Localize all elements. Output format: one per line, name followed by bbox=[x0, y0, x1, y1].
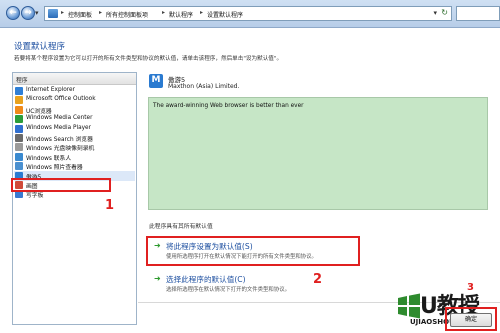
annotation-box-ok bbox=[445, 307, 497, 331]
back-button[interactable]: ← bbox=[6, 6, 20, 20]
breadcrumb-control-panel[interactable]: 控制面板 bbox=[68, 10, 92, 19]
page-description: 若要将某个程序设置为它可以打开的所有文件类型和协议的默认值，请单击该程序，然后单… bbox=[14, 56, 283, 62]
address-dropdown-icon[interactable]: ▾ bbox=[433, 9, 437, 17]
program-list-header-label: 程序 bbox=[16, 78, 28, 84]
annotation-box-selected-program bbox=[11, 178, 111, 192]
control-panel-icon bbox=[48, 9, 58, 18]
breadcrumb-separator-icon: ▸ bbox=[61, 9, 65, 16]
program-description-text: The award-winning Web browser is better … bbox=[153, 103, 304, 109]
page-title: 设置默认程序 bbox=[14, 42, 66, 52]
refresh-icon[interactable]: ↻ bbox=[441, 8, 448, 17]
forward-button[interactable]: → bbox=[21, 6, 35, 20]
window-top-bar: ← → ▾ ▸ 控制面板 ▸ 所有控制面板项 ▸ 默认程序 ▸ 设置默认程序 ▾… bbox=[0, 0, 500, 28]
program-item-label: Microsoft Office Outlook bbox=[26, 96, 96, 103]
annotation-number-1: 1 bbox=[105, 198, 115, 213]
disc-burner-icon bbox=[15, 143, 23, 152]
windows-logo-icon bbox=[398, 293, 420, 319]
program-item-label: Windows Media Player bbox=[26, 124, 92, 131]
forward-arrow-icon: → bbox=[24, 8, 32, 18]
annotation-number-3: 3 bbox=[467, 282, 474, 293]
search-input[interactable] bbox=[456, 6, 500, 21]
breadcrumb-separator-icon: ▸ bbox=[162, 9, 166, 16]
breadcrumb-all-items[interactable]: 所有控制面板项 bbox=[106, 10, 148, 19]
program-list-header[interactable]: 程序 bbox=[13, 73, 136, 85]
photo-viewer-icon bbox=[15, 162, 23, 171]
choose-defaults-title[interactable]: 选择此程序的默认值(C) bbox=[166, 274, 246, 285]
outlook-icon bbox=[15, 96, 23, 105]
media-player-icon bbox=[15, 124, 23, 133]
breadcrumb-default-programs[interactable]: 默认程序 bbox=[169, 10, 193, 19]
program-item-label: Windows Media Center bbox=[26, 115, 93, 122]
green-arrow-icon: ➜ bbox=[154, 274, 161, 283]
breadcrumb-separator-icon: ▸ bbox=[99, 9, 103, 16]
contacts-icon bbox=[15, 152, 23, 161]
recent-pages-dropdown-icon[interactable]: ▾ bbox=[35, 9, 39, 17]
ie-icon bbox=[15, 87, 23, 95]
breadcrumb-set-default[interactable]: 设置默认程序 bbox=[207, 10, 243, 19]
uc-icon bbox=[15, 105, 23, 114]
search-icon bbox=[15, 134, 23, 142]
address-bar[interactable]: ▸ 控制面板 ▸ 所有控制面板项 ▸ 默认程序 ▸ 设置默认程序 ▾ ↻ bbox=[44, 6, 452, 21]
maxthon-icon: M bbox=[149, 74, 163, 88]
back-arrow-icon: ← bbox=[9, 8, 17, 18]
selected-program-publisher: Maxthon (Asia) Limited. bbox=[168, 83, 240, 90]
media-center-icon bbox=[15, 115, 23, 124]
choose-defaults-subtitle: 选择所选程序在默认情况下打开的文件类型和协议。 bbox=[166, 287, 290, 293]
annotation-box-set-default bbox=[146, 236, 360, 266]
program-list[interactable]: 程序 Internet Explorer Microsoft Office Out… bbox=[12, 72, 137, 325]
program-description-box: The award-winning Web browser is better … bbox=[148, 97, 488, 210]
breadcrumb-separator-icon: ▸ bbox=[200, 9, 204, 16]
defaults-status-text: 此程序具有其所有默认值 bbox=[149, 224, 213, 230]
program-item-label: Internet Explorer bbox=[26, 87, 75, 93]
